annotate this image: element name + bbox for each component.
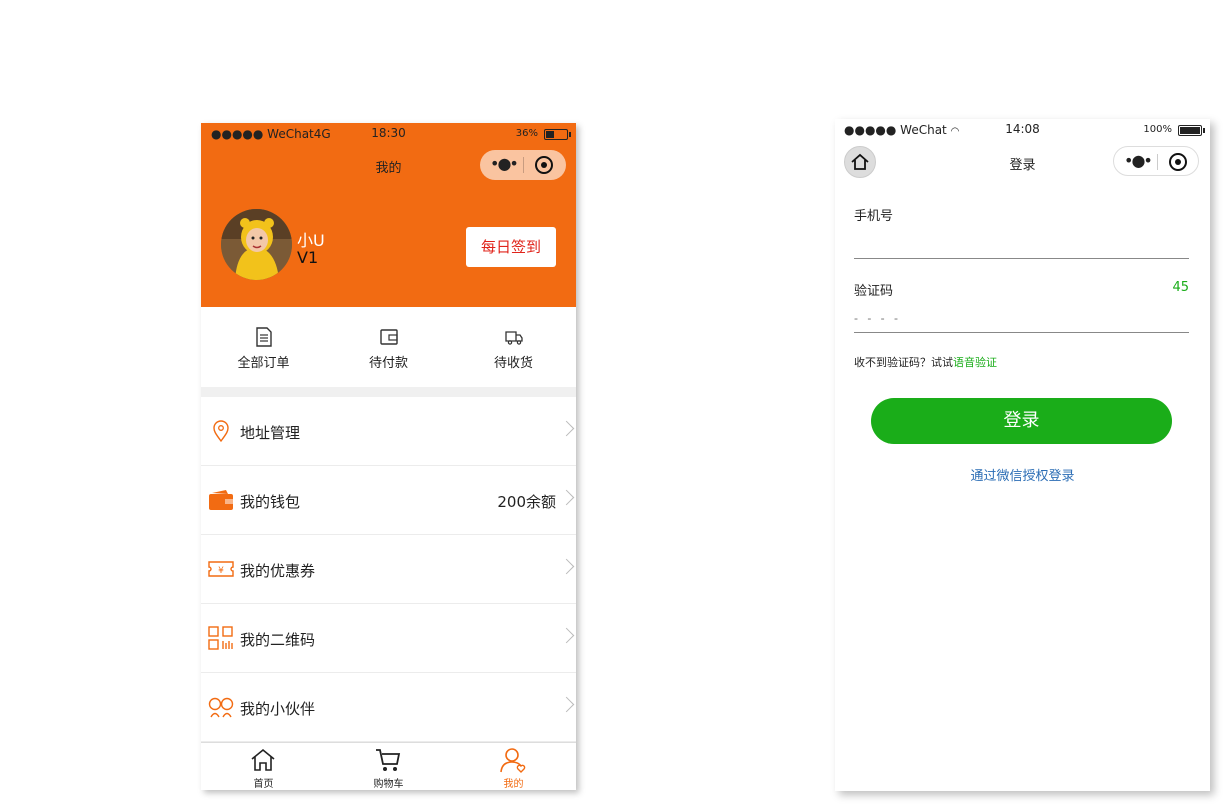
order-unpaid[interactable]: 待付款 [326,307,451,387]
menu-coupon-label: 我的优惠券 [240,562,316,580]
hint-text: 收不到验证码？试试 [854,356,953,369]
menu-friends[interactable]: 我的小伙伴 [201,673,576,742]
code-underline [854,332,1189,333]
capsule-menu: •●• [480,150,566,180]
phone-input[interactable] [854,231,1189,253]
menu-address[interactable]: 地址管理 [201,397,576,466]
menu-friends-label: 我的小伙伴 [240,700,316,718]
more-icon[interactable]: •●• [1124,153,1154,169]
phone-label: 手机号 [854,209,894,224]
tab-profile[interactable]: 我的 [451,743,576,790]
cart-icon [376,749,401,771]
status-bar: ●●●●● WeChat4G 18:30 36% [201,123,576,145]
truck-icon [505,331,523,345]
chevron-right-icon [558,696,575,713]
wallet-icon [209,490,233,510]
menu-address-label: 地址管理 [240,424,301,442]
battery-percent: 100% [1143,124,1172,135]
location-pin-icon [213,420,229,443]
tab-home[interactable]: 首页 [201,743,326,790]
home-icon [251,748,275,771]
voice-verify-link[interactable]: 语音验证 [953,356,997,369]
battery-icon [1178,125,1205,136]
order-all[interactable]: 全部订单 [201,307,326,387]
battery-icon [544,129,571,140]
menu-coupon[interactable]: ¥ 我的优惠券 [201,535,576,604]
menu-wallet[interactable]: 我的钱包 200余额 [201,466,576,535]
menu-wallet-label: 我的钱包 [240,493,301,511]
section-divider [201,387,576,397]
login-screen: ●●●●● WeChat ◠ 14:08 100% 登录 •●• 手机号 验证码… [835,119,1210,791]
tab-profile-label: 我的 [503,779,524,790]
user-icon [500,748,526,773]
tab-home-label: 首页 [253,779,274,790]
order-all-label: 全部订单 [237,356,290,371]
order-to-receive[interactable]: 待收货 [451,307,576,387]
order-to-receive-label: 待收货 [493,356,533,371]
document-icon [256,327,272,347]
profile-screen: ●●●●● WeChat4G 18:30 36% 我的 •●• 小U V1 每日… [201,123,576,790]
close-miniprogram-icon[interactable] [1169,153,1187,171]
code-hint: 收不到验证码？试试语音验证 [854,354,997,370]
code-label: 验证码 [854,284,894,299]
login-button[interactable]: 登录 [871,398,1172,444]
status-bar: ●●●●● WeChat ◠ 14:08 100% [835,119,1210,141]
chevron-right-icon [558,420,575,437]
daily-signin-button[interactable]: 每日签到 [466,227,556,267]
friends-icon [208,697,234,718]
code-input[interactable] [854,309,1054,327]
chevron-right-icon [558,489,575,506]
wallet-icon [380,329,398,345]
capsule-divider [1157,154,1158,170]
coupon-icon: ¥ [208,561,234,577]
menu-qrcode[interactable]: 我的二维码 [201,604,576,673]
tab-cart-label: 购物车 [373,779,404,790]
menu-qrcode-label: 我的二维码 [240,631,316,649]
tab-bar: 首页 购物车 我的 [201,742,576,790]
tab-cart[interactable]: 购物车 [326,743,451,790]
capsule-menu: •●• [1113,146,1199,176]
chevron-right-icon [558,627,575,644]
chevron-right-icon [558,558,575,575]
code-countdown[interactable]: 45 [1172,280,1189,295]
capsule-divider [523,157,524,173]
order-shortcuts: 全部订单 待付款 待收货 [201,307,576,387]
battery-percent: 36% [515,128,538,139]
wallet-balance: 200余额 [497,493,556,511]
user-level: V1 [297,248,319,267]
qrcode-icon [208,626,233,650]
phone-underline [854,258,1189,259]
svg-text:¥: ¥ [218,566,224,576]
close-miniprogram-icon[interactable] [535,156,553,174]
wechat-login-link[interactable]: 通过微信授权登录 [835,465,1210,484]
profile-header: ●●●●● WeChat4G 18:30 36% 我的 •●• 小U V1 每日… [201,123,576,307]
order-unpaid-label: 待付款 [368,356,408,371]
avatar[interactable] [221,209,292,280]
more-icon[interactable]: •●• [490,156,520,172]
